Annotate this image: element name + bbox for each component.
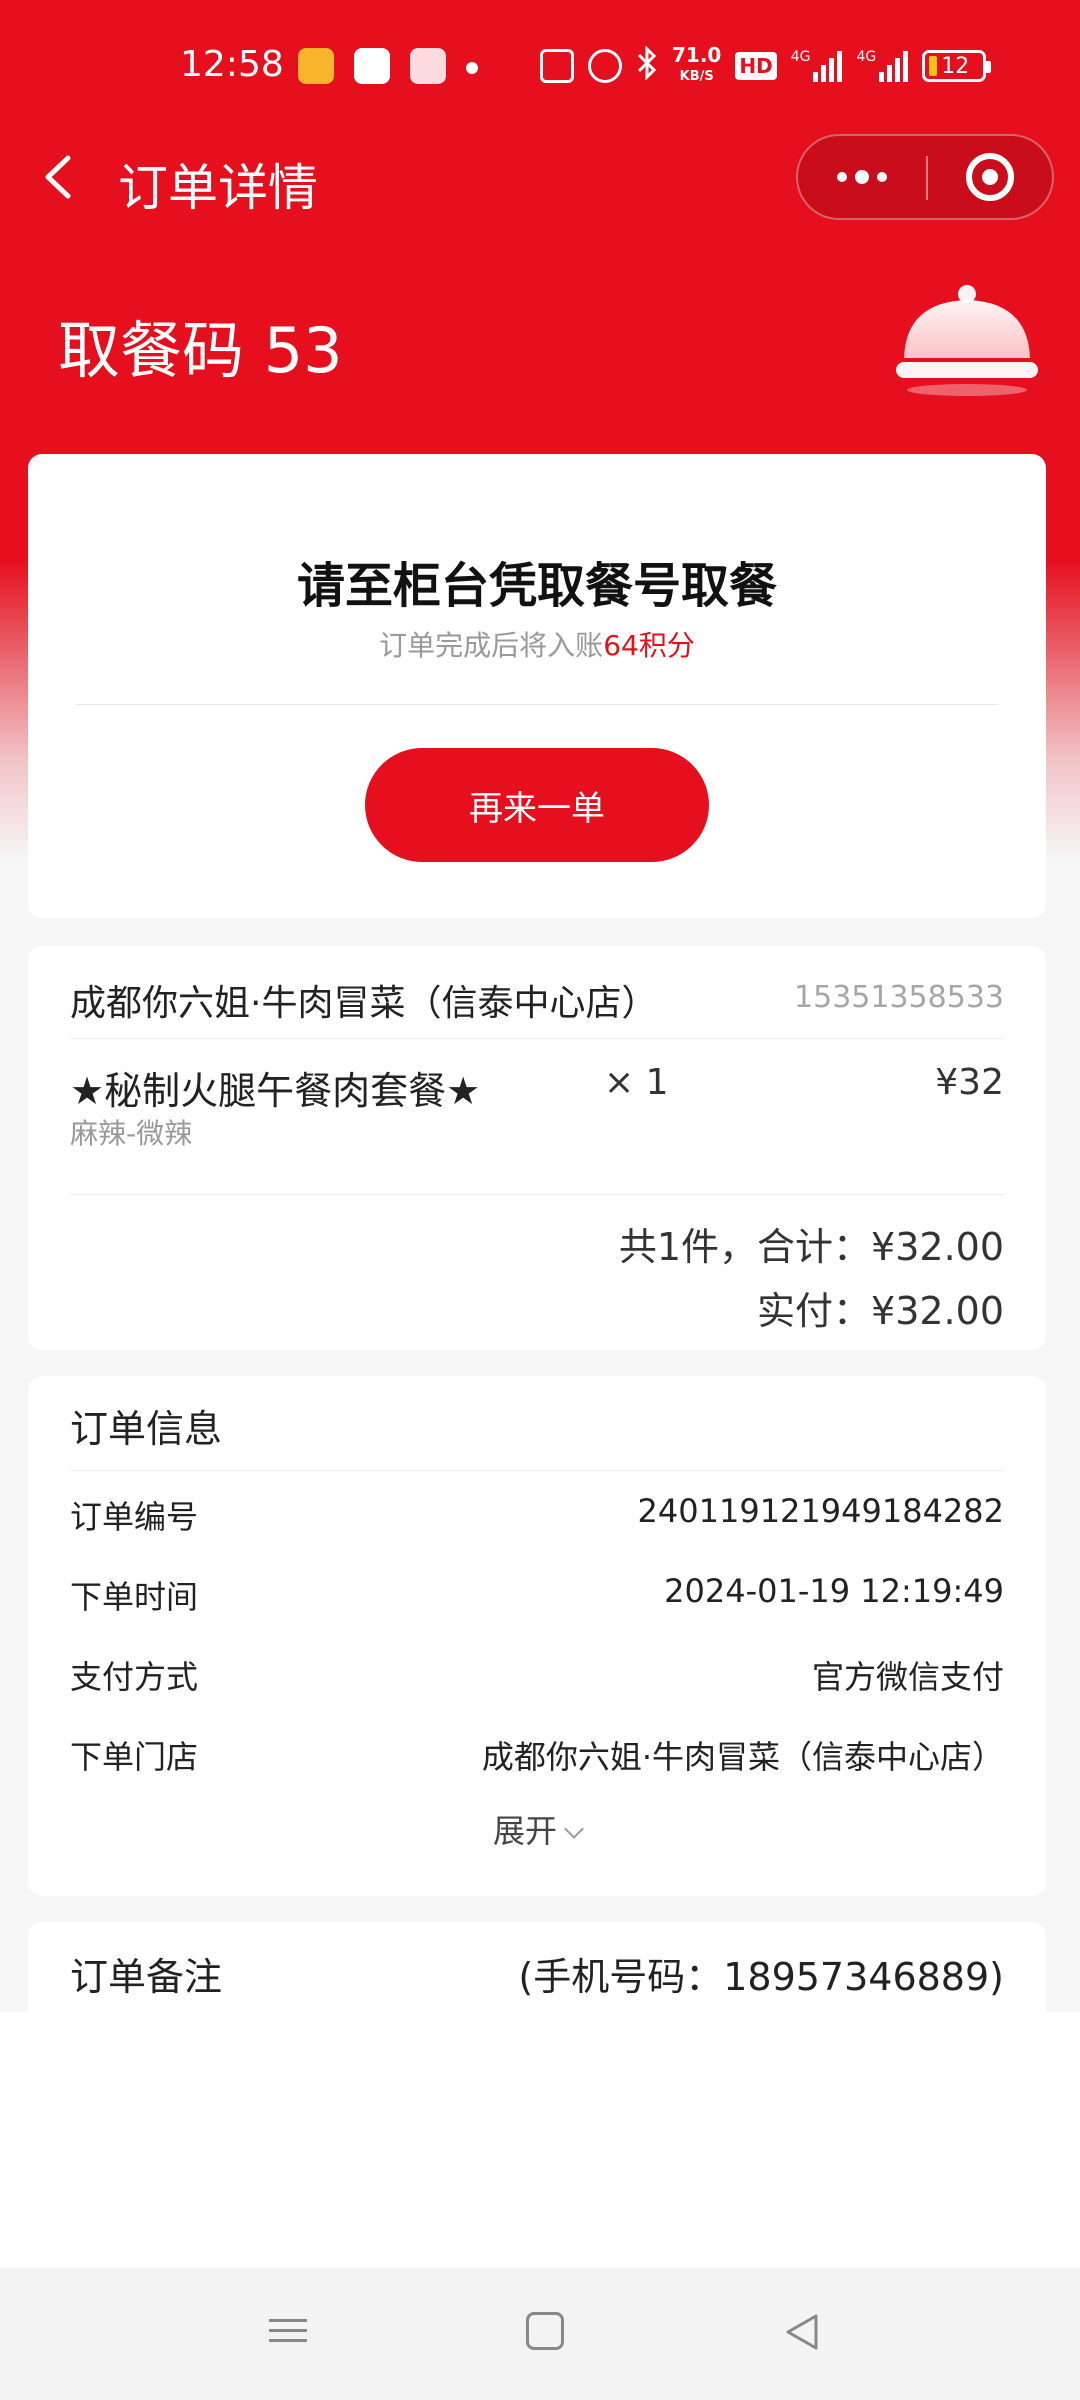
- system-back-button[interactable]: [780, 2310, 824, 2354]
- info-label: 下单门店: [70, 1738, 199, 1776]
- order-number-row: 订单编号 240119121949184282: [70, 1492, 1004, 1542]
- item-name: ★秘制火腿午餐肉套餐★: [70, 1069, 481, 1113]
- order-time-row: 下单时间 2024-01-19 12:19:49: [70, 1572, 1004, 1622]
- miniprogram-capsule: [796, 134, 1054, 220]
- cloche-icon: [896, 285, 1038, 396]
- recent-apps-button[interactable]: [266, 2312, 310, 2352]
- order-info-title: 订单信息: [70, 1407, 223, 1451]
- network-speed-unit: KB/S: [679, 69, 714, 84]
- info-label: 订单编号: [70, 1498, 199, 1536]
- status-bar: 12:58 71.0 KB/S HD 4G 4G 12: [0, 0, 1080, 130]
- bluetooth-icon: [636, 45, 658, 86]
- network-speed: 71.0 KB/S: [672, 43, 722, 86]
- points-notice-text: 订单完成后将入账: [379, 629, 604, 662]
- pickup-card: 请至柜台凭取餐号取餐 订单完成后将入账64积分 再来一单: [28, 454, 1046, 918]
- alarm-icon: [588, 49, 622, 83]
- menu-icon: [269, 2339, 307, 2342]
- divider: [76, 704, 998, 705]
- app-notification-icon: [410, 48, 446, 84]
- pickup-code: 取餐码 53: [58, 314, 343, 387]
- order-note-card: 订单备注 (手机号码：18957346889): [28, 1922, 1046, 2012]
- menu-icon: [269, 2319, 307, 2322]
- battery-level: 12: [941, 53, 970, 79]
- item-quantity: × 1: [604, 1062, 669, 1103]
- order-note-label: 订单备注: [70, 1955, 223, 1999]
- page-title: 订单详情: [118, 159, 318, 217]
- system-navigation-bar: [0, 2268, 1080, 2400]
- order-store: 成都你六姐·牛肉冒菜（信泰中心店）: [481, 1738, 1004, 1776]
- close-target-icon: [966, 153, 1014, 201]
- signal-1-icon: 4G: [791, 50, 843, 82]
- pickup-instruction: 请至柜台凭取餐号取餐: [296, 558, 777, 614]
- expand-label: 展开: [492, 1812, 557, 1850]
- store-phone[interactable]: 15351358533: [794, 980, 1004, 1015]
- order-number: 240119121949184282: [637, 1492, 1004, 1530]
- back-button[interactable]: [36, 150, 86, 204]
- back-triangle-icon: [786, 2314, 818, 2350]
- order-store-row: 下单门店 成都你六姐·牛肉冒菜（信泰中心店）: [70, 1732, 1004, 1782]
- app-notification-icon: [298, 48, 334, 84]
- app-notification-icon: [354, 48, 390, 84]
- info-label: 下单时间: [70, 1578, 199, 1616]
- status-indicators: 71.0 KB/S HD 4G 4G 12: [540, 43, 992, 86]
- item-spec: 麻辣-微辣: [70, 1117, 193, 1150]
- order-time: 2024-01-19 12:19:49: [664, 1572, 1004, 1610]
- status-time: 12:58: [180, 44, 284, 85]
- points-notice: 订单完成后将入账64积分: [28, 624, 1046, 664]
- blank-area: [0, 2012, 1080, 2268]
- payment-method-row: 支付方式 官方微信支付: [70, 1652, 1004, 1702]
- item-price: ¥32: [935, 1062, 1004, 1103]
- order-total: 共1件，合计：¥32.00: [618, 1225, 1004, 1269]
- divider: [70, 1038, 1004, 1039]
- payment-method: 官方微信支付: [811, 1658, 1004, 1696]
- chevron-down-icon: [564, 1819, 584, 1839]
- order-paid: 实付：¥32.00: [757, 1289, 1004, 1333]
- signal-2-icon: 4G: [856, 49, 909, 82]
- more-notifications-dot-icon: [466, 62, 478, 74]
- network-type-1: 4G: [790, 49, 811, 65]
- expand-button[interactable]: 展开: [28, 1806, 1046, 1852]
- order-info-card: 订单信息 订单编号 240119121949184282 下单时间 2024-0…: [28, 1376, 1046, 1896]
- network-speed-value: 71.0: [672, 43, 722, 67]
- notification-icons: [298, 48, 446, 84]
- hd-voice-badge: HD: [735, 52, 777, 80]
- back-arrow-icon: [45, 155, 71, 199]
- divider: [70, 1470, 1004, 1471]
- more-button[interactable]: [798, 136, 926, 218]
- more-dots-icon: [837, 172, 847, 182]
- close-miniprogram-button[interactable]: [928, 136, 1052, 218]
- menu-icon: [269, 2329, 307, 2332]
- points-amount: 64积分: [603, 629, 695, 662]
- more-dots-icon: [855, 170, 869, 184]
- home-button[interactable]: [526, 2312, 564, 2350]
- order-note-value: (手机号码：18957346889): [518, 1955, 1004, 1999]
- network-type-2: 4G: [856, 49, 877, 65]
- nfc-icon: [540, 49, 574, 83]
- store-name: 成都你六姐·牛肉冒菜（信泰中心店）: [70, 983, 658, 1024]
- battery-icon: 12: [922, 50, 992, 82]
- info-label: 支付方式: [70, 1658, 199, 1696]
- reorder-button[interactable]: 再来一单: [365, 748, 709, 862]
- order-items-card: 成都你六姐·牛肉冒菜（信泰中心店） 15351358533 ★秘制火腿午餐肉套餐…: [28, 946, 1046, 1350]
- more-dots-icon: [877, 172, 887, 182]
- divider: [70, 1194, 1004, 1195]
